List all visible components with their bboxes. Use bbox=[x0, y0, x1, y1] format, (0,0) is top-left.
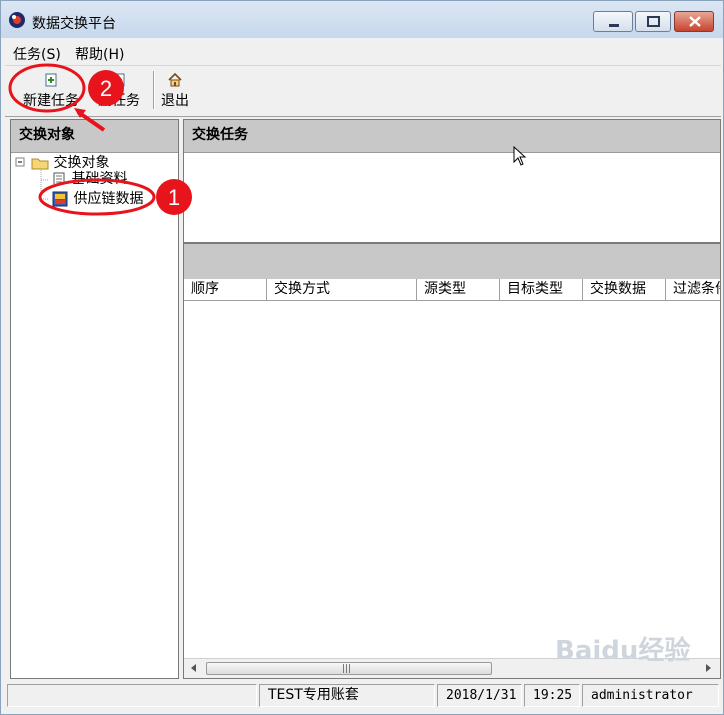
tutorial-annotations: 2 1 bbox=[8, 63, 192, 216]
annotation-number-1: 1 bbox=[168, 185, 180, 210]
watermark: Baidu经验 bbox=[555, 636, 691, 666]
annotation-ring-1 bbox=[38, 178, 156, 216]
mouse-cursor-icon bbox=[513, 146, 527, 166]
annotation-number-2: 2 bbox=[100, 76, 112, 101]
annotation-ring-2 bbox=[8, 63, 86, 113]
